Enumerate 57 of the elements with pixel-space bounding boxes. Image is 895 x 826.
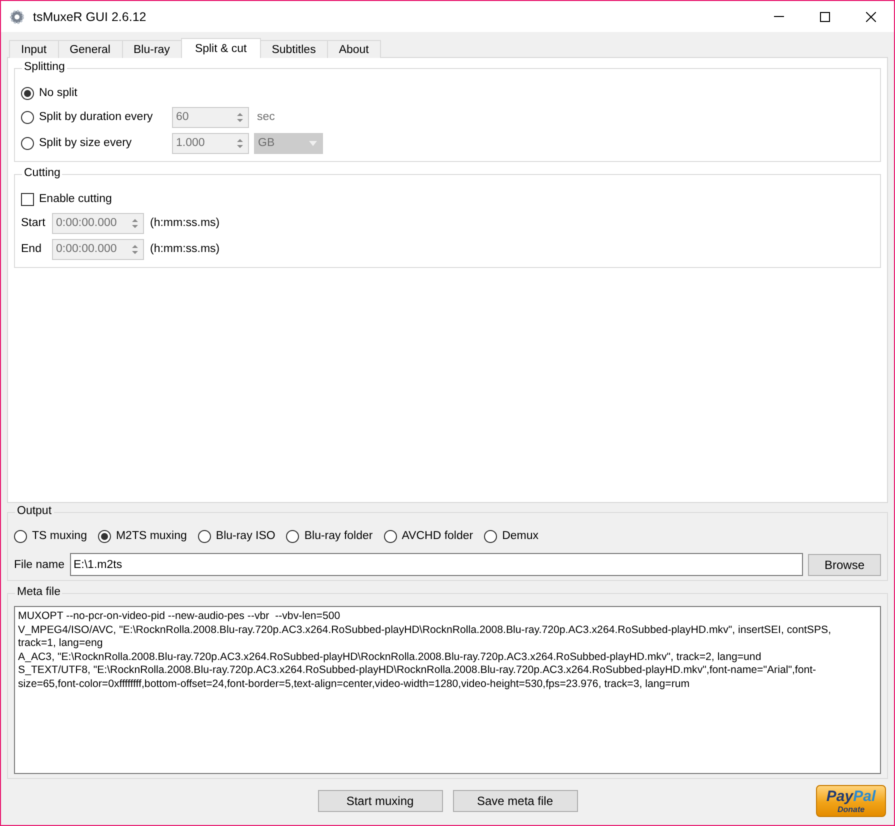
field-label: End — [21, 243, 42, 255]
tab[interactable]: About — [326, 40, 381, 58]
time-field[interactable]: 0:00:00.000 — [52, 212, 144, 234]
option-label: Split by duration every — [39, 111, 154, 123]
radio-button[interactable] — [14, 530, 27, 542]
option-label: Blu-ray folder — [304, 530, 373, 542]
format-hint: (h:mm:ss.ms) — [150, 243, 220, 255]
tab[interactable]: Split & cut — [180, 38, 261, 58]
format-hint: (h:mm:ss.ms) — [150, 217, 220, 229]
radio-button[interactable] — [21, 136, 34, 150]
window-title: tsMuxeR GUI 2.6.12 — [33, 10, 148, 24]
checkbox-label: Enable cutting — [39, 193, 112, 205]
checkbox[interactable] — [21, 192, 34, 206]
caret-icon — [309, 140, 317, 146]
time-field[interactable]: 0:00:00.000 — [52, 238, 144, 260]
field-label: Start — [21, 217, 46, 229]
action-button[interactable]: Start muxing — [318, 790, 442, 812]
radio-button[interactable] — [21, 86, 34, 100]
radio-button[interactable] — [286, 530, 300, 542]
meta-line: A_AC3, "E:\RocknRolla.2008.Blu-ray.720p.AC3.x264.RoSubbed-playHD\RocknRolla.2008.Blu-ray.720p.AC3.x264.RoSubbed-playHD.mkv", track=2, lang=und — [18, 650, 762, 664]
minimize-icon — [774, 16, 784, 17]
tab[interactable]: General — [58, 40, 122, 58]
option-label: Demux — [502, 530, 539, 542]
tab[interactable]: Blu-ray — [122, 40, 182, 58]
radio-button[interactable] — [384, 530, 397, 542]
group-title: Meta file — [15, 586, 62, 598]
radio-button[interactable] — [198, 530, 211, 542]
gear-icon — [9, 8, 25, 24]
tab[interactable]: Input — [9, 40, 59, 58]
option-label: No split — [39, 87, 78, 99]
option-label: M2TS muxing — [116, 530, 187, 542]
meta-line: V_MPEG4/ISO/AVC, "E:\RocknRolla.2008.Blu-ray.720p.AC3.x264.RoSubbed-playHD\RocknRolla.2008.Blu-ray.720p.AC3.x264.RoSubbed-playHD.mkv", insertSEI, contSPS, — [18, 624, 832, 637]
group-title: Splitting — [22, 61, 67, 73]
group-title: Output — [15, 505, 54, 517]
donate-button[interactable]: PayPal Donate — [816, 785, 886, 817]
radio-button[interactable] — [98, 530, 111, 542]
spin-field[interactable]: 1.000 — [172, 132, 249, 154]
spin-field[interactable]: 60 — [172, 106, 249, 128]
unit-label: sec — [257, 111, 275, 123]
close-icon — [866, 12, 876, 22]
option-label: TS muxing — [32, 530, 87, 542]
option-label: Split by size every — [39, 137, 133, 149]
meta-line: track=1, lang=eng — [18, 637, 103, 650]
file-name-field[interactable]: E:\1.m2ts — [70, 553, 803, 576]
tab[interactable]: Subtitles — [260, 40, 328, 58]
maximize-icon — [820, 12, 830, 22]
meta-line: MUXOPT --no-pcr-on-video-pid --new-audio-pes --vbr --vbv-len=500 — [18, 610, 340, 624]
group-title: Cutting — [22, 167, 62, 179]
option-label: Blu-ray ISO — [216, 530, 276, 542]
radio-button[interactable] — [21, 110, 34, 124]
meta-line: size=65,font-color=0xffffffff,bottom-offset=24,font-border=5,text-align=center,video-width=1280,video-height=530,fps=23.976, track=3, lang=rum — [18, 678, 690, 691]
field-label: File name — [14, 558, 64, 570]
action-button[interactable]: Save meta file — [452, 790, 578, 812]
option-label: AVCHD folder — [402, 530, 474, 542]
browse-button[interactable]: Browse — [808, 554, 881, 576]
radio-button[interactable] — [484, 530, 498, 542]
meta-line: S_TEXT/UTF8, "E:\RocknRolla.2008.Blu-ray.720p.AC3.x264.RoSubbed-playHD\RocknRolla.2008.Blu-ray.720p.AC3.x264.RoSubbed-playHD.mkv",font-name="Arial",font- — [18, 664, 816, 678]
